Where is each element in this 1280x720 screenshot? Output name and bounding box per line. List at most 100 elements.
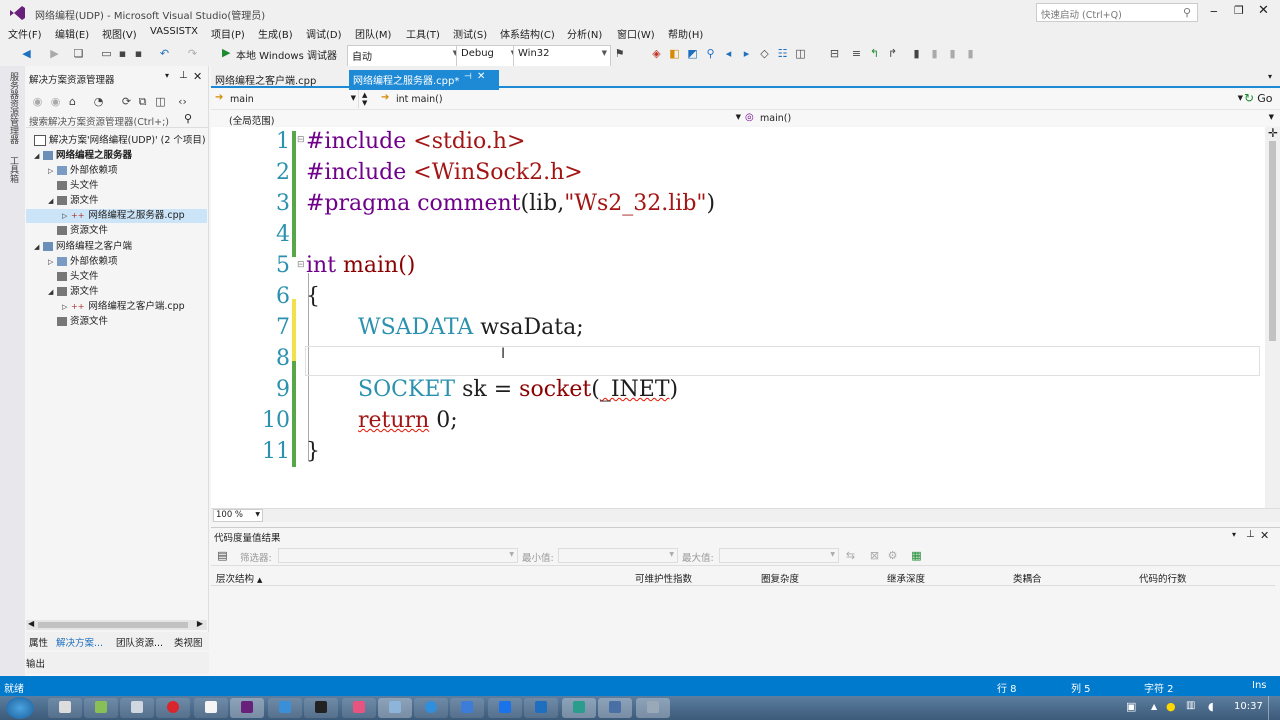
minimize-button[interactable]: ‒ [1210, 4, 1218, 18]
min-combo[interactable]: ▼ [558, 548, 678, 563]
clear-filter-icon[interactable]: ⊠ [868, 549, 881, 562]
menu-vassistx[interactable]: VASSISTX [150, 26, 198, 37]
taskbar-app-4[interactable] [156, 698, 190, 718]
column-hierarchy[interactable]: 层次结构 ▲ [216, 571, 262, 585]
scroll-left-icon[interactable]: ◀ [28, 619, 34, 628]
volume-icon[interactable]: ◖ [1208, 700, 1214, 713]
taskbar-app-14[interactable] [524, 698, 558, 718]
quick-launch-input[interactable]: 快速启动 (Ctrl+Q) ⚲ [1036, 3, 1198, 22]
tree-resource-files[interactable]: 资源文件 [57, 224, 108, 238]
menu-debug[interactable]: 调试(D) [306, 26, 342, 41]
tree-source-files[interactable]: ◢ 源文件 [48, 285, 99, 299]
vax-forward-icon[interactable]: ▸ [740, 47, 753, 60]
split-editor-icon[interactable]: ✛ [1268, 126, 1278, 140]
close-icon[interactable]: ✕ [193, 70, 202, 83]
back-icon[interactable]: ◀ [20, 47, 33, 60]
back-icon[interactable]: ◉ [31, 95, 44, 108]
tree-project-client[interactable]: ◢ 网络编程之客户端 [34, 240, 132, 254]
undo-icon[interactable]: ↶ [158, 47, 171, 60]
show-desktop-button[interactable] [1268, 696, 1280, 720]
pin-icon[interactable]: ⊥ [179, 70, 188, 81]
export-icon[interactable]: ▦ [910, 549, 923, 562]
redo-icon[interactable]: ↷ [186, 47, 199, 60]
close-icon[interactable]: ✕ [477, 71, 485, 82]
start-debug-button[interactable]: 本地 Windows 调试器 [236, 47, 337, 62]
tab-properties[interactable]: 属性 [29, 635, 48, 649]
bookmark-icon[interactable]: ▮ [910, 47, 923, 60]
expanded-triangle-icon[interactable]: ◢ [34, 149, 43, 163]
taskbar-app-5[interactable] [194, 698, 228, 718]
taskbar-app-8[interactable] [304, 698, 338, 718]
properties-icon[interactable]: ◫ [154, 95, 167, 108]
menu-file[interactable]: 文件(F) [8, 26, 42, 41]
tray-network-icon[interactable]: ▥ [1186, 700, 1195, 711]
vertical-scrollbar[interactable]: ✛ [1265, 126, 1280, 508]
function-combo[interactable]: ➔ int main() ▼ [377, 90, 1247, 108]
user-icon[interactable]: ▣ [1126, 700, 1136, 713]
vax-find-icon[interactable]: ⚲ [704, 47, 717, 60]
menu-view[interactable]: 视图(V) [102, 26, 137, 41]
clock[interactable]: 10:37 [1234, 701, 1263, 712]
panel-menu-icon[interactable]: ▾ [1232, 530, 1236, 539]
tab-output[interactable]: 输出 [26, 656, 45, 670]
scroll-right-icon[interactable]: ▶ [197, 619, 203, 628]
taskbar-app-15[interactable] [562, 698, 596, 718]
horizontal-scrollbar[interactable]: ◀ ▶ [26, 619, 207, 630]
collapse-icon[interactable]: ⊟ [297, 260, 305, 270]
server-explorer-tab[interactable]: 服务器资源管理器 [7, 72, 20, 144]
taskbar-app-13[interactable] [488, 698, 522, 718]
zoom-combo[interactable]: 100 % ▼ [213, 509, 263, 522]
scroll-thumb[interactable] [1269, 141, 1276, 341]
pin-icon[interactable]: ⊥ [1246, 529, 1255, 540]
taskbar-app-12[interactable] [450, 698, 484, 718]
menu-window[interactable]: 窗口(W) [617, 26, 655, 41]
tab-server-cpp[interactable]: 网络编程之服务器.cpp* ⊣ ✕ [349, 70, 499, 92]
taskbar-app-2[interactable] [84, 698, 118, 718]
menu-build[interactable]: 生成(B) [258, 26, 293, 41]
taskbar-app-16[interactable] [598, 698, 632, 718]
taskbar-app-7[interactable] [268, 698, 302, 718]
menu-help[interactable]: 帮助(H) [668, 26, 703, 41]
settings-icon[interactable]: ⚙ [886, 549, 899, 562]
tab-client-cpp[interactable]: 网络编程之客户端.cpp [211, 70, 320, 92]
code-editor[interactable]: ⊟ ⊟ 1 2 3 4 5 6 7 8 9 10 11 #include <st… [211, 127, 1267, 508]
panel-menu-icon[interactable]: ▾ [165, 71, 169, 80]
collapsed-triangle-icon[interactable]: ▷ [48, 255, 57, 269]
menu-test[interactable]: 测试(S) [453, 26, 487, 41]
tray-expand-icon[interactable]: ▲ [1151, 702, 1157, 711]
column-maintainability[interactable]: 可维护性指数 [635, 571, 692, 585]
outline-icon[interactable]: ⊟ [828, 47, 841, 60]
global-scope-combo[interactable]: (全局范围) ▼ [211, 109, 743, 127]
new-project-icon[interactable]: ❏ [72, 47, 85, 60]
taskbar-visual-studio[interactable] [230, 698, 264, 718]
expanded-triangle-icon[interactable]: ◢ [34, 240, 43, 254]
tree-solution[interactable]: 解决方案'网络编程(UDP)' (2 个项目) [34, 134, 206, 148]
column-coupling[interactable]: 类耦合 [1013, 571, 1042, 585]
vax-back-icon[interactable]: ◂ [722, 47, 735, 60]
calculate-metrics-icon[interactable]: ▤ [216, 549, 229, 562]
tree-resource-files[interactable]: 资源文件 [57, 315, 108, 329]
menu-architecture[interactable]: 体系结构(C) [500, 26, 555, 41]
taskbar-app-9[interactable] [342, 698, 376, 718]
tab-solution-explorer[interactable]: 解决方案... [56, 635, 103, 649]
tab-list-icon[interactable]: ▾ [1268, 72, 1272, 81]
collapse-icon[interactable]: ⊟ [297, 135, 305, 145]
menu-tools[interactable]: 工具(T) [406, 26, 440, 41]
tree-project-server[interactable]: ◢ 网络编程之服务器 [34, 149, 132, 163]
tray-app-icon[interactable]: ● [1166, 700, 1176, 713]
next-bm-icon[interactable]: ▮ [946, 47, 959, 60]
tree-header-files[interactable]: 头文件 [57, 270, 99, 284]
solution-search-input[interactable]: 搜索解决方案资源管理器(Ctrl+;) ⚲ [26, 112, 209, 128]
save-all-icon[interactable]: ▪ [132, 47, 145, 60]
view-code-icon[interactable]: ‹› [176, 95, 189, 108]
vax-list-icon[interactable]: ☷ [776, 47, 789, 60]
collapsed-triangle-icon[interactable]: ▷ [62, 209, 71, 223]
close-button[interactable]: ✕ [1258, 3, 1269, 18]
start-debug-icon[interactable]: ▶ [222, 46, 230, 59]
next-bookmark-icon[interactable]: ↱ [886, 47, 899, 60]
pin-icon[interactable]: ⊣ [464, 72, 472, 82]
taskbar-app-10[interactable] [378, 698, 412, 718]
expanded-triangle-icon[interactable]: ◢ [48, 285, 57, 299]
filter-combo[interactable]: ▼ [278, 548, 518, 563]
vax-icon[interactable]: ◈ [650, 47, 663, 60]
